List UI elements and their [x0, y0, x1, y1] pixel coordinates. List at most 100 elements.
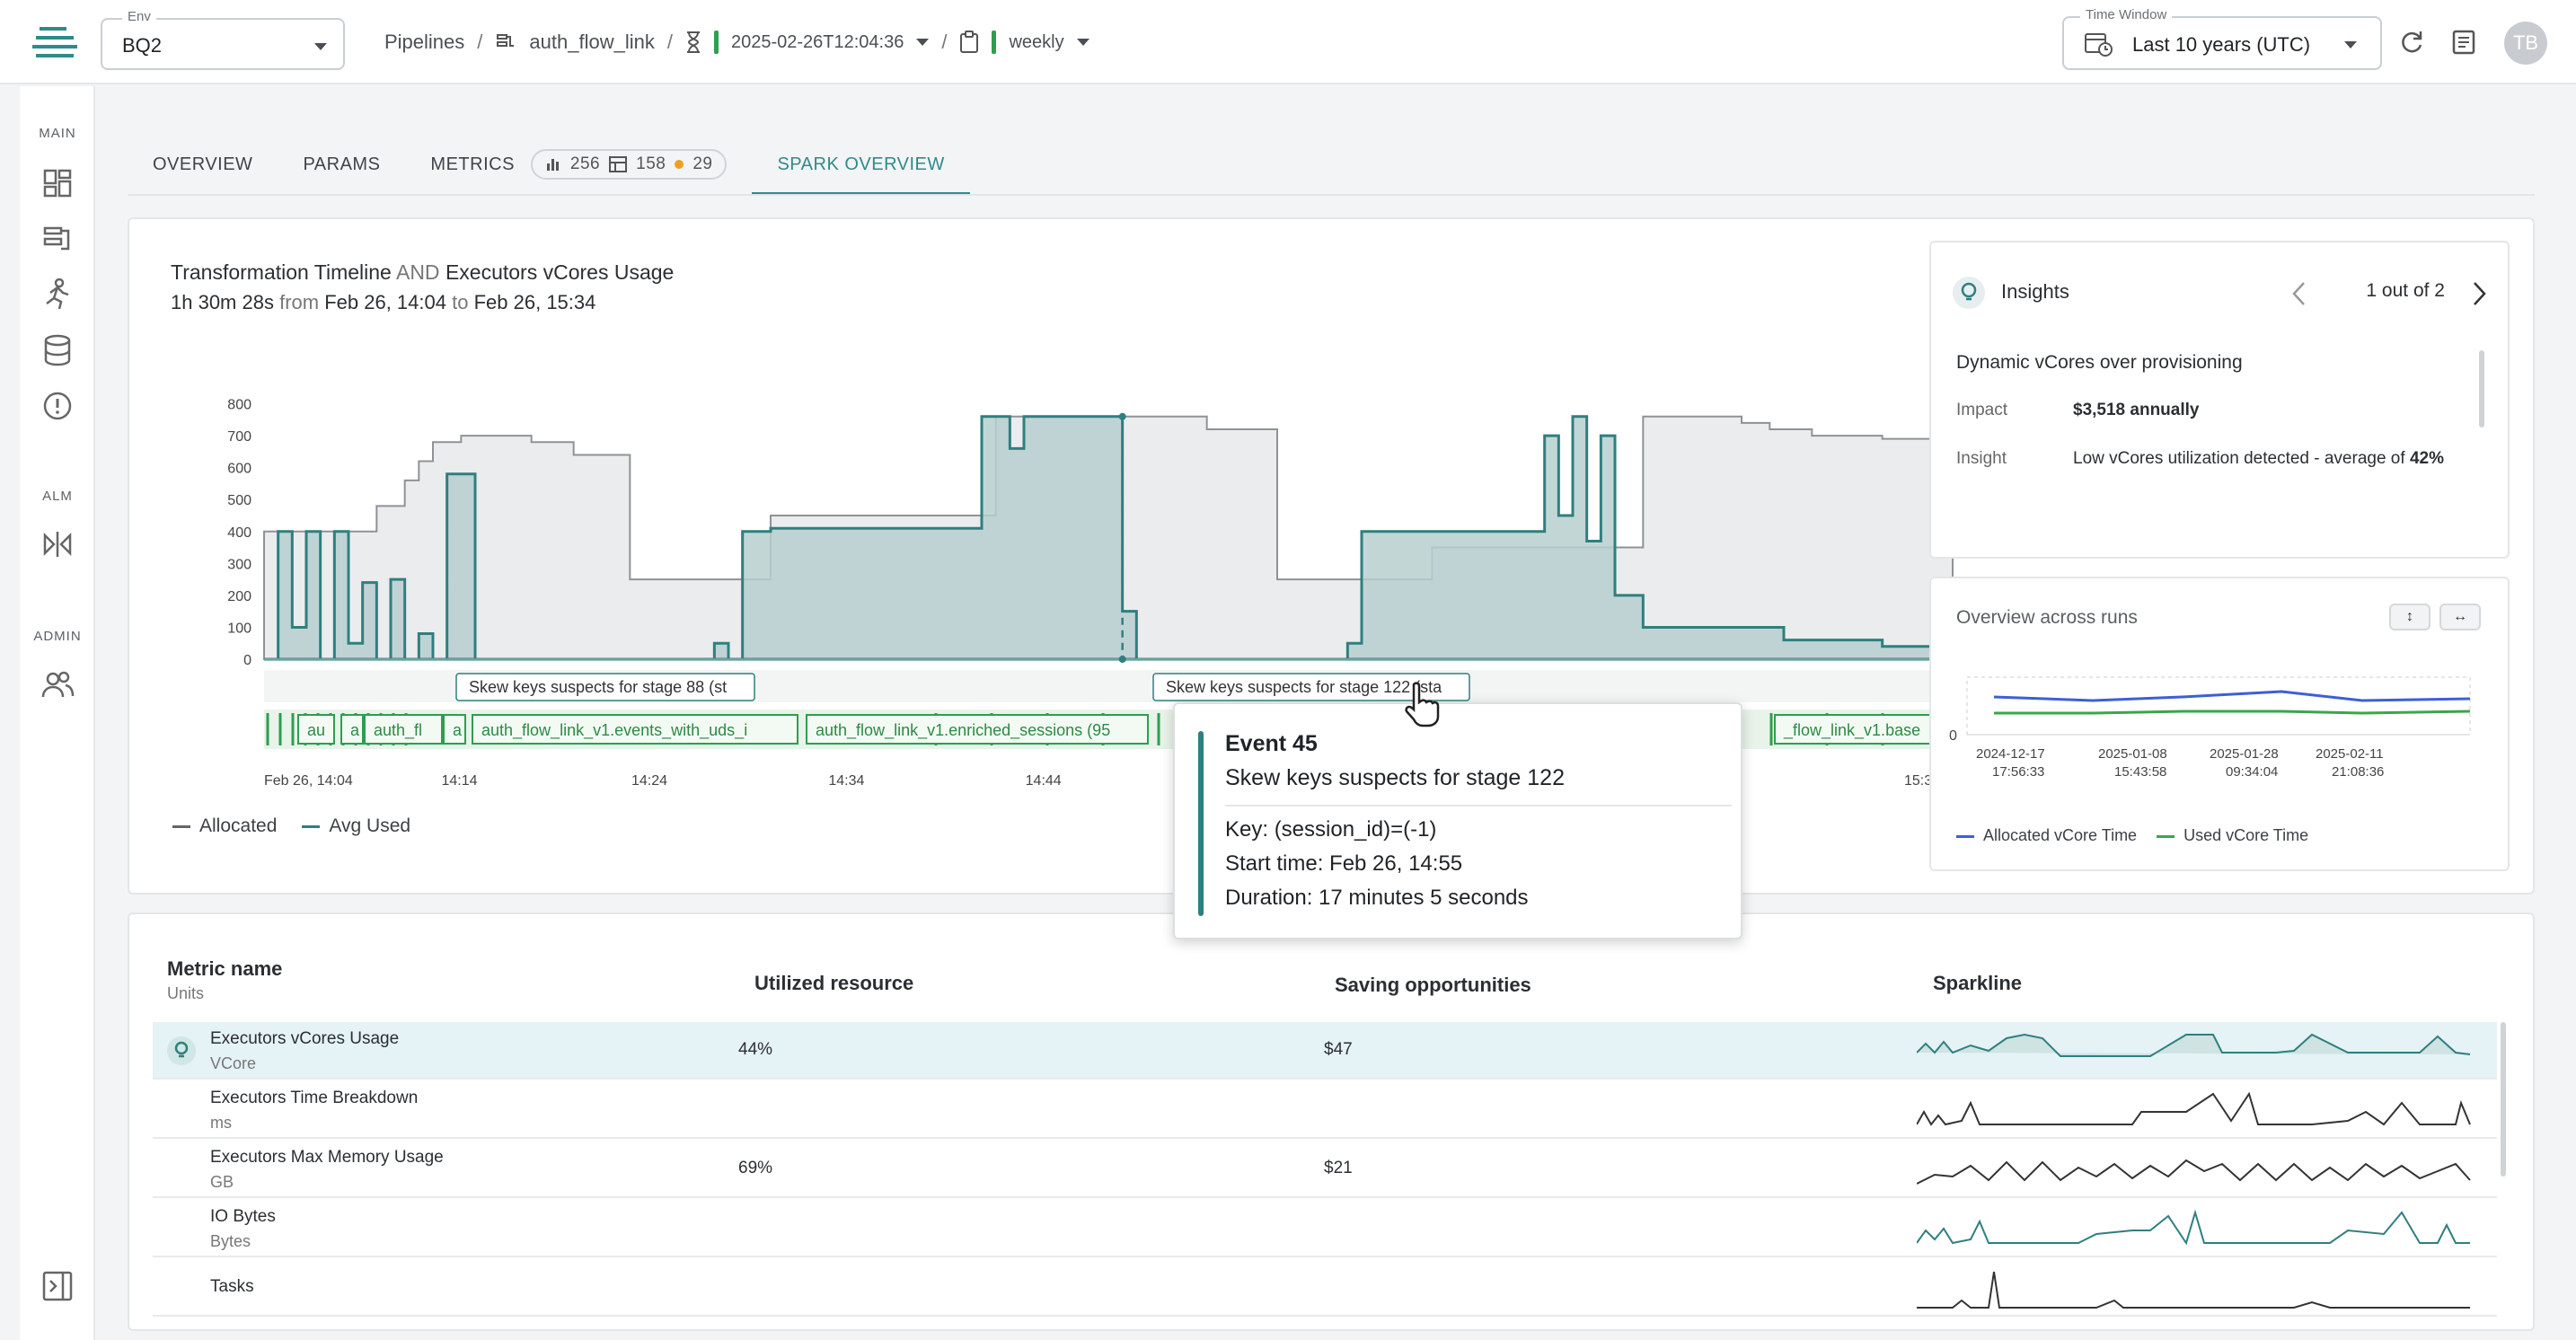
metric-unit: ms [210, 1114, 232, 1132]
sparkline[interactable] [1917, 1144, 2474, 1195]
table-row[interactable]: Executors Max Memory Usage GB 69% $21 [153, 1141, 2497, 1198]
metric-counts-pill[interactable]: 256 158 29 [530, 149, 728, 180]
alert-count: 29 [693, 154, 713, 173]
overview-used-line [1994, 710, 2471, 715]
metric-name: Executors Max Memory Usage [210, 1148, 444, 1167]
header-metric-name: Metric name Units [167, 957, 283, 1002]
compare-icon[interactable] [40, 526, 75, 562]
duration: 1h 30m 28s [171, 291, 274, 313]
metric-name-cell: Tasks [210, 1277, 254, 1302]
table-count: 158 [636, 154, 666, 173]
pipelines-icon[interactable] [40, 221, 75, 257]
horizontal-expand-button[interactable]: ↔ [2439, 604, 2481, 630]
stage-bar: a [340, 714, 364, 745]
dashboard-icon[interactable] [40, 165, 75, 201]
chevron-down-icon [314, 43, 327, 50]
tooltip-start: Start time: Feb 26, 14:55 [1225, 851, 1463, 876]
stage-bar: auth_flow_link_v1.events_with_uds_i [472, 714, 798, 745]
insight-impact-row: Impact $3,518 annually [1956, 401, 2199, 420]
impact-label: Impact [1956, 401, 2008, 419]
refresh-icon[interactable] [2398, 29, 2425, 56]
tab-overview[interactable]: OVERVIEW [128, 133, 278, 196]
event-marker-top [1118, 412, 1126, 420]
event-tooltip: Event 45 Skew keys suspects for stage 12… [1173, 702, 1742, 939]
table-row[interactable]: Executors Time Breakdown ms [153, 1081, 2497, 1139]
breadcrumb-pipelines[interactable]: Pipelines [384, 31, 464, 54]
chart-title-a: Transformation Timeline [171, 260, 392, 284]
breadcrumb-schedule[interactable]: weekly [1009, 32, 1063, 53]
hourglass-icon [686, 31, 700, 53]
runner-icon[interactable] [40, 277, 75, 313]
chart-subtitle: 1h 30m 28s from Feb 26, 14:04 to Feb 26,… [171, 291, 595, 314]
chevron-down-icon[interactable] [1076, 39, 1090, 46]
expand-sidebar-icon[interactable] [40, 1268, 75, 1304]
table-row[interactable]: IO Bytes Bytes [153, 1200, 2497, 1257]
pipeline-icon [497, 34, 515, 47]
menu-logo-icon[interactable] [32, 22, 84, 65]
chevron-down-icon[interactable] [916, 39, 930, 46]
utilized-cell: 44% [738, 1040, 773, 1059]
table-scrollbar[interactable] [2501, 1022, 2506, 1177]
metric-unit: VCore [210, 1054, 257, 1072]
from-word: from [279, 291, 320, 313]
chart-title: Transformation Timeline AND Executors vC… [171, 260, 674, 285]
x-tick-label: 14:44 [1026, 773, 1062, 789]
avatar[interactable]: TB [2504, 22, 2547, 65]
tab-params[interactable]: PARAMS [278, 133, 405, 196]
header-sparkline: Sparkline [1933, 972, 2023, 994]
sparkline[interactable] [1917, 1026, 2474, 1076]
stage-bar: _flow_link_v1.base [1774, 714, 1950, 745]
breadcrumb-pipeline[interactable]: auth_flow_link [529, 31, 654, 54]
y-tick-label: 600 [227, 462, 251, 477]
status-bar [713, 31, 719, 54]
chevron-down-icon [2344, 41, 2357, 48]
document-icon[interactable] [2450, 29, 2477, 56]
database-icon[interactable] [40, 332, 75, 368]
insight-value: Low vCores utilization detected - averag… [2073, 449, 2444, 468]
sparkline-path [1917, 1159, 2471, 1185]
users-icon[interactable] [40, 666, 75, 702]
sparkline[interactable] [1917, 1263, 2474, 1313]
to-word: to [452, 291, 469, 313]
chevron-left-icon[interactable] [2290, 280, 2308, 307]
to-time: Feb 26, 15:34 [473, 291, 596, 313]
alert-icon[interactable] [40, 388, 75, 424]
legend-allocated-vcore[interactable]: Allocated vCore Time [1956, 826, 2137, 845]
overview-allocated-line [1993, 690, 2471, 702]
legend-used-vcore[interactable]: Used vCore Time [2157, 826, 2308, 845]
table-row[interactable]: Tasks [153, 1259, 2497, 1317]
top-bar: Env BQ2 Pipelines / auth_flow_link / 202… [0, 0, 2576, 84]
time-window-select[interactable]: Time Window Last 10 years (UTC) [2062, 7, 2382, 70]
tab-metrics[interactable]: METRICS [405, 133, 540, 196]
legend-allocated[interactable]: Allocated [172, 815, 277, 837]
insights-scrollbar[interactable] [2479, 350, 2484, 428]
insight-label: Insight [1956, 449, 2007, 468]
tab-divider [128, 194, 2535, 196]
env-select[interactable]: Env BQ2 [101, 9, 345, 70]
tab-bar: OVERVIEW PARAMS METRICS 256 158 29 SPARK… [128, 133, 971, 196]
metric-name: Tasks [210, 1277, 254, 1296]
tab-spark-overview[interactable]: SPARK OVERVIEW [752, 133, 971, 196]
header-saving: Saving opportunities [1335, 974, 1531, 996]
vertical-expand-button[interactable]: ↕ [2389, 604, 2430, 630]
table-row[interactable]: Executors vCores Usage VCore 44% $47 [153, 1022, 2497, 1080]
sparkline[interactable] [1917, 1203, 2474, 1254]
chevron-right-icon[interactable] [2470, 280, 2488, 307]
metric-name-cell: Executors Time Breakdown ms [210, 1089, 418, 1133]
overview-zero: 0 [1949, 728, 1957, 744]
x-tick-label: 14:24 [631, 773, 667, 789]
chart-count: 256 [569, 154, 601, 173]
time-window-label: Time Window [2080, 7, 2173, 22]
stage-bar-label: auth_flow_link_v1.enriched_sessions (95 [816, 721, 1110, 740]
sidebar-section-admin: ADMIN [33, 629, 82, 644]
y-tick-label: 500 [227, 493, 251, 508]
overview-chart[interactable]: 0 2024-12-17 17:56:33 2025-01-08 15:43:58 202… [1949, 668, 2488, 803]
breadcrumb-run[interactable]: 2025-02-26T12:04:36 [731, 32, 904, 53]
legend-used[interactable]: Avg Used [302, 815, 410, 837]
hand-cursor-icon [1405, 682, 1440, 727]
overview-date: 2025-02-11 [2316, 746, 2384, 762]
sidebar: MAIN ALM ADMIN [20, 86, 95, 1340]
event-label-text: Skew keys suspects for stage 88 (st [469, 678, 727, 696]
sparkline[interactable] [1917, 1085, 2474, 1135]
insight-text-row: Insight Low vCores utilization detected … [1956, 449, 2444, 469]
